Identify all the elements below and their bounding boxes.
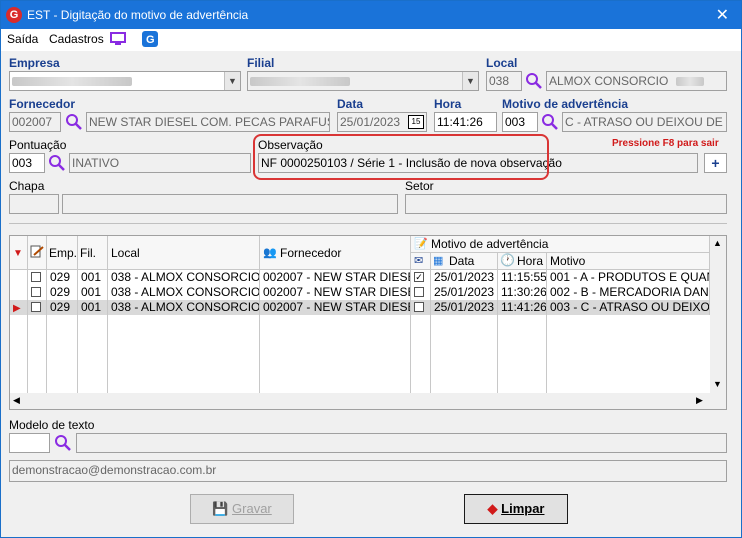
vertical-scrollbar[interactable]: ▲ ▼: [710, 236, 726, 393]
grid-header-fil[interactable]: Fil.: [78, 236, 108, 270]
table-row-current[interactable]: ▶ 029 001 038 - ALMOX CONSORCIO ... 0020…: [10, 300, 710, 315]
grid-header-motivo[interactable]: Motivo: [547, 253, 710, 270]
grid-header-fornecedor[interactable]: 👥 Fornecedor: [260, 236, 411, 270]
row-select-checkbox[interactable]: [31, 286, 41, 297]
table-icon: ▦: [433, 255, 444, 267]
scroll-left-icon[interactable]: ◀: [13, 395, 20, 406]
observacao-highlight: [253, 134, 549, 180]
divider: [9, 223, 727, 224]
menu-bar: Saída Cadastros G: [1, 29, 741, 51]
modelo-texto-code-field[interactable]: [9, 433, 50, 453]
scroll-up-icon[interactable]: ▲: [713, 238, 722, 248]
advertencias-grid[interactable]: ▼ Emp. Fil. Local 👥 Fornecedor 📝 Motivo …: [9, 235, 727, 410]
local-code-field[interactable]: 038: [486, 71, 522, 91]
notepad-icon: 📝: [414, 238, 428, 250]
monitor-icon[interactable]: [110, 31, 126, 47]
chapa-label: Chapa: [9, 179, 45, 193]
people-icon: 👥: [263, 247, 277, 259]
add-observation-icon[interactable]: +: [704, 153, 727, 173]
app-shortcut-icon[interactable]: G: [142, 31, 158, 47]
fornecedor-code-field[interactable]: 002007: [9, 112, 61, 132]
pontuacao-label: Pontuação: [9, 138, 67, 152]
row-select-checkbox[interactable]: [31, 301, 41, 312]
table-row[interactable]: 029 001 038 - ALMOX CONSORCIO ... 002007…: [10, 285, 710, 300]
grid-header-hora[interactable]: 🕐 Hora: [498, 253, 547, 270]
motivo-name-field: C - ATRASO OU DEIXOU DE ENT: [562, 112, 727, 132]
local-name-redacted: [675, 77, 704, 87]
hora-field[interactable]: 11:41:26: [434, 112, 497, 132]
local-name-field: ALMOX CONSORCIO: [546, 71, 727, 91]
eraser-icon: ◆: [487, 501, 498, 516]
chevron-down-icon[interactable]: ▼: [224, 72, 240, 90]
chapa-code-field[interactable]: [9, 194, 59, 214]
setor-field: [405, 194, 727, 214]
app-logo-icon: G: [6, 7, 22, 23]
email-field[interactable]: demonstracao@demonstracao.com.br: [9, 460, 727, 482]
search-icon[interactable]: [48, 154, 66, 172]
empresa-select[interactable]: ▼: [9, 71, 241, 91]
filial-redacted: [250, 77, 350, 87]
data-label: Data: [337, 97, 364, 111]
menu-saida[interactable]: Saída: [7, 32, 38, 46]
clock-icon: 🕐: [500, 253, 515, 267]
gravar-button[interactable]: 💾 Gravar: [190, 494, 294, 524]
email-icon: ✉: [414, 255, 424, 267]
grid-select-header[interactable]: [28, 236, 47, 270]
modelo-texto-name-field: [76, 433, 727, 453]
scroll-down-icon[interactable]: ▼: [713, 379, 722, 389]
edit-checklist-icon: [30, 245, 44, 258]
f8-hint: Pressione F8 para sair: [612, 138, 719, 149]
grid-header-motivo-group: 📝 Motivo de advertência: [411, 236, 710, 253]
motivo-code-field[interactable]: 003: [502, 112, 538, 132]
main-window: G EST - Digitação do motivo de advertênc…: [0, 0, 742, 538]
sort-down-icon: ▼: [13, 248, 23, 259]
current-row-arrow-icon: ▶: [13, 303, 21, 314]
scroll-right-icon[interactable]: ▶: [696, 395, 703, 406]
calendar-icon[interactable]: 15: [408, 115, 424, 129]
horizontal-scrollbar[interactable]: ◀ ▶: [10, 393, 726, 409]
filial-select[interactable]: ▼: [247, 71, 479, 91]
grid-header-emp[interactable]: Emp.: [47, 236, 78, 270]
pontuacao-code-field[interactable]: 003: [9, 153, 45, 173]
fornecedor-label: Fornecedor: [9, 97, 76, 111]
chapa-name-field: [62, 194, 398, 214]
grid-header-data[interactable]: ▦ Data: [431, 253, 498, 270]
grid-header-email[interactable]: ✉: [411, 253, 431, 270]
data-field[interactable]: 25/01/2023 15: [337, 112, 427, 132]
grid-empty-area: [10, 315, 710, 393]
search-icon[interactable]: [525, 72, 543, 90]
empresa-label: Empresa: [9, 56, 60, 70]
chevron-down-icon[interactable]: ▼: [462, 72, 478, 90]
table-row[interactable]: 029 001 038 - ALMOX CONSORCIO ... 002007…: [10, 270, 710, 285]
limpar-button[interactable]: ◆ Limpar: [464, 494, 568, 524]
row-select-checkbox[interactable]: [31, 271, 41, 282]
window-title: EST - Digitação do motivo de advertência: [27, 8, 249, 22]
filial-label: Filial: [247, 56, 275, 70]
motivo-label: Motivo de advertência: [502, 97, 629, 111]
svg-text:G: G: [146, 34, 155, 46]
title-bar: G EST - Digitação do motivo de advertênc…: [1, 1, 741, 29]
menu-cadastros[interactable]: Cadastros: [49, 32, 104, 46]
email-checkbox[interactable]: [414, 286, 424, 297]
fornecedor-name-field: NEW STAR DIESEL COM. PECAS PARAFUSOS L: [86, 112, 330, 132]
hora-label: Hora: [434, 97, 462, 111]
grid-indicator-header: ▼: [10, 236, 28, 270]
close-icon[interactable]: ✕: [716, 5, 729, 25]
setor-label: Setor: [405, 179, 434, 193]
data-value: 25/01/2023: [340, 115, 401, 129]
grid-header-local[interactable]: Local: [108, 236, 260, 270]
email-checkbox[interactable]: ✓: [414, 271, 424, 282]
modelo-texto-label: Modelo de texto: [9, 418, 95, 432]
search-icon[interactable]: [541, 113, 559, 131]
search-icon[interactable]: [54, 434, 72, 452]
save-icon: 💾: [212, 501, 229, 516]
local-label: Local: [486, 56, 518, 70]
pontuacao-name-field: INATIVO: [69, 153, 251, 173]
email-checkbox[interactable]: [414, 301, 424, 312]
search-icon[interactable]: [65, 113, 83, 131]
local-name-text: ALMOX CONSORCIO: [549, 74, 669, 88]
empresa-redacted: [12, 77, 132, 87]
